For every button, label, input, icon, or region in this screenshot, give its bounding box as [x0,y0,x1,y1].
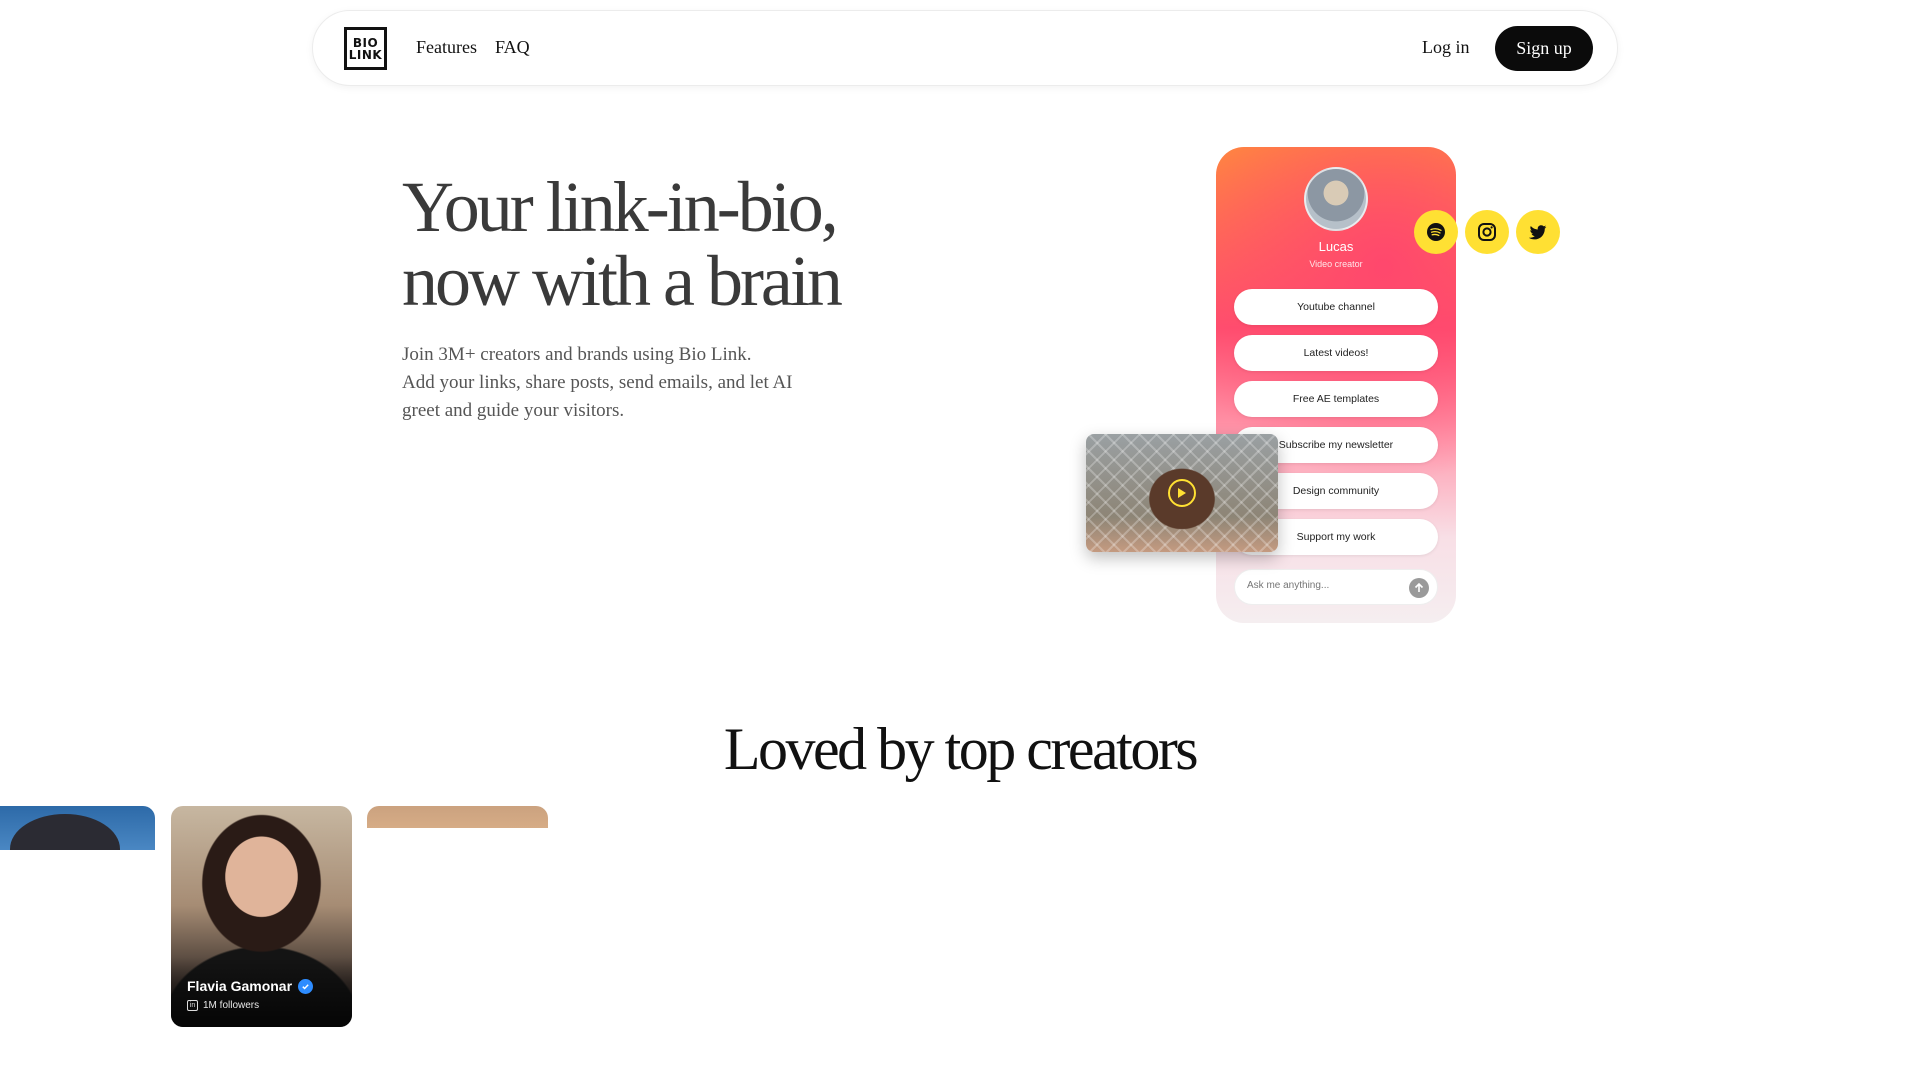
send-arrow-icon[interactable] [1409,578,1429,598]
ask-ai-box [1234,569,1438,605]
creator-photo [10,814,120,850]
creator-card[interactable] [367,806,548,828]
hero-sub-line-2: Add your links, share posts, send emails… [402,372,793,421]
hero-subtitle: Join 3M+ creators and brands using Bio L… [402,341,832,425]
nav-faq-link[interactable]: FAQ [495,37,530,58]
video-preview-card[interactable] [1086,434,1278,552]
instagram-icon[interactable] [1465,210,1509,254]
verified-badge-icon [298,978,314,994]
hero-title-line-1: Your link-in-bio, [402,167,839,247]
linkedin-icon: in [187,1000,198,1011]
logo-line-2: LINK [348,47,383,62]
spotify-icon[interactable] [1414,210,1458,254]
hero-sub-line-1: Join 3M+ creators and brands using Bio L… [402,344,752,365]
profile-link-button[interactable]: Latest videos! [1234,335,1438,371]
creators-section-title: Loved by top creators [723,716,1199,782]
creator-card[interactable] [0,806,155,850]
top-navbar: BIO LINK Features FAQ Log in Sign up [312,10,1618,86]
login-link[interactable]: Log in [1422,37,1470,58]
profile-role: Video creator [1309,259,1363,269]
profile-link-button[interactable]: Free AE templates [1234,381,1438,417]
creator-followers: in 1M followers [187,1000,259,1011]
nav-features-link[interactable]: Features [416,37,477,58]
creator-name: Flavia Gamonar [187,978,314,994]
logo-line-1: BIO [352,35,379,50]
ask-ai-input[interactable] [1247,580,1397,591]
creator-name-text: Flavia Gamonar [187,978,293,994]
play-icon[interactable] [1168,479,1196,507]
hero-title-line-2: now with a brain [402,241,843,321]
biolink-logo[interactable]: BIO LINK [344,27,387,70]
creator-followers-text: 1M followers [203,1000,260,1011]
profile-link-button[interactable]: Youtube channel [1234,289,1438,325]
avatar [1304,167,1368,231]
signup-button[interactable]: Sign up [1495,26,1593,71]
twitter-icon[interactable] [1516,210,1560,254]
creator-card-featured[interactable]: Flavia Gamonar in 1M followers [171,806,352,1027]
hero-title: Your link-in-bio, now with a brain [402,170,922,318]
